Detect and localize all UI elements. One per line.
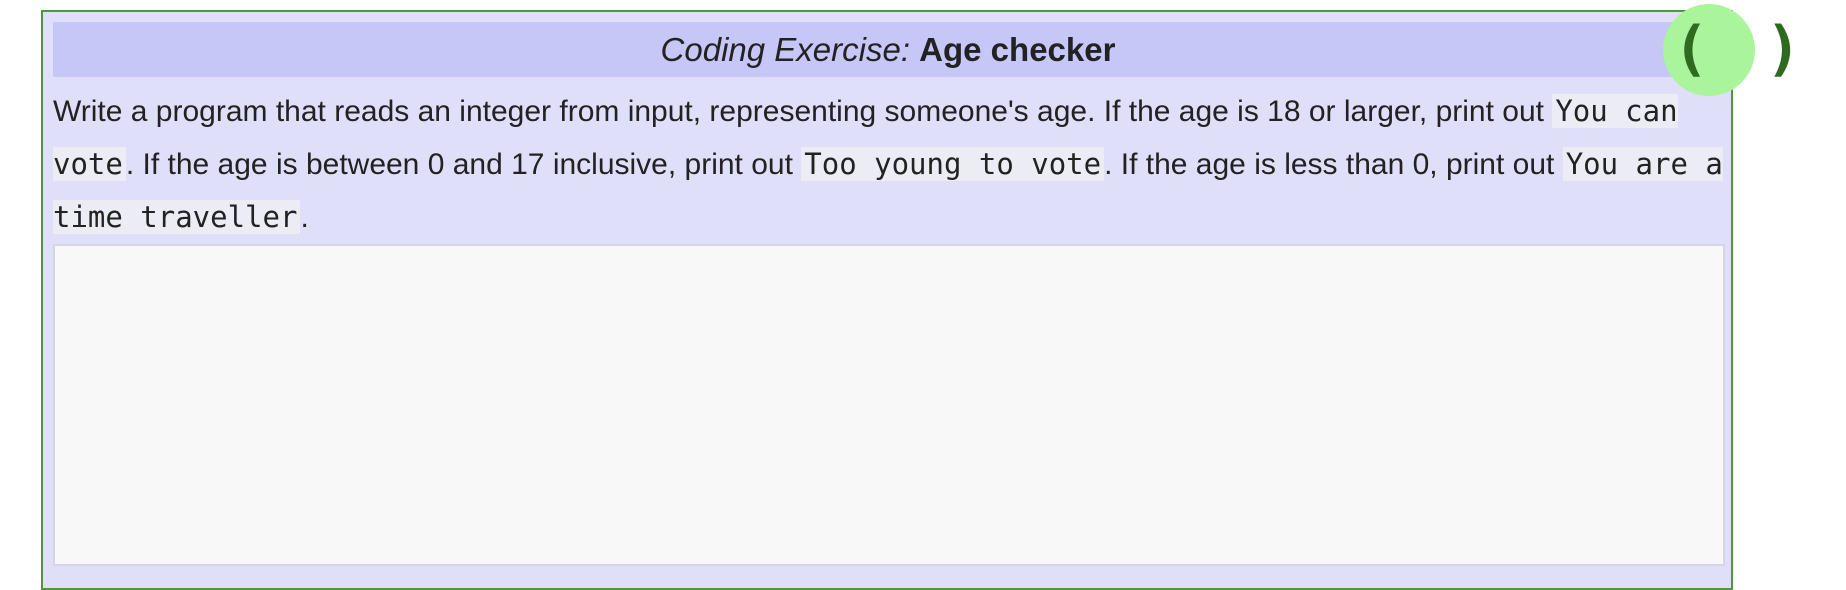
coding-exercise-panel: Coding Exercise: Age checker Write a pro…: [41, 10, 1733, 590]
exercise-title: Coding Exercise: Age checker: [53, 22, 1723, 77]
run-code-button[interactable]: ( ): [1663, 4, 1801, 96]
code-editor[interactable]: [53, 244, 1725, 566]
code-snippet-too-young: Too young to vote: [801, 147, 1105, 181]
parentheses-icon: ( ): [1673, 14, 1812, 84]
instruction-text: .: [300, 201, 309, 234]
exercise-title-prefix: Coding Exercise:: [660, 31, 910, 68]
instruction-text: . If the age is between 0 and 17 inclusi…: [125, 148, 802, 181]
instruction-text: Write a program that reads an integer fr…: [53, 95, 1553, 128]
exercise-title-name: Age checker: [919, 31, 1116, 68]
exercise-instructions: Write a program that reads an integer fr…: [53, 85, 1733, 244]
instruction-text: . If the age is less than 0, print out: [1104, 148, 1563, 181]
